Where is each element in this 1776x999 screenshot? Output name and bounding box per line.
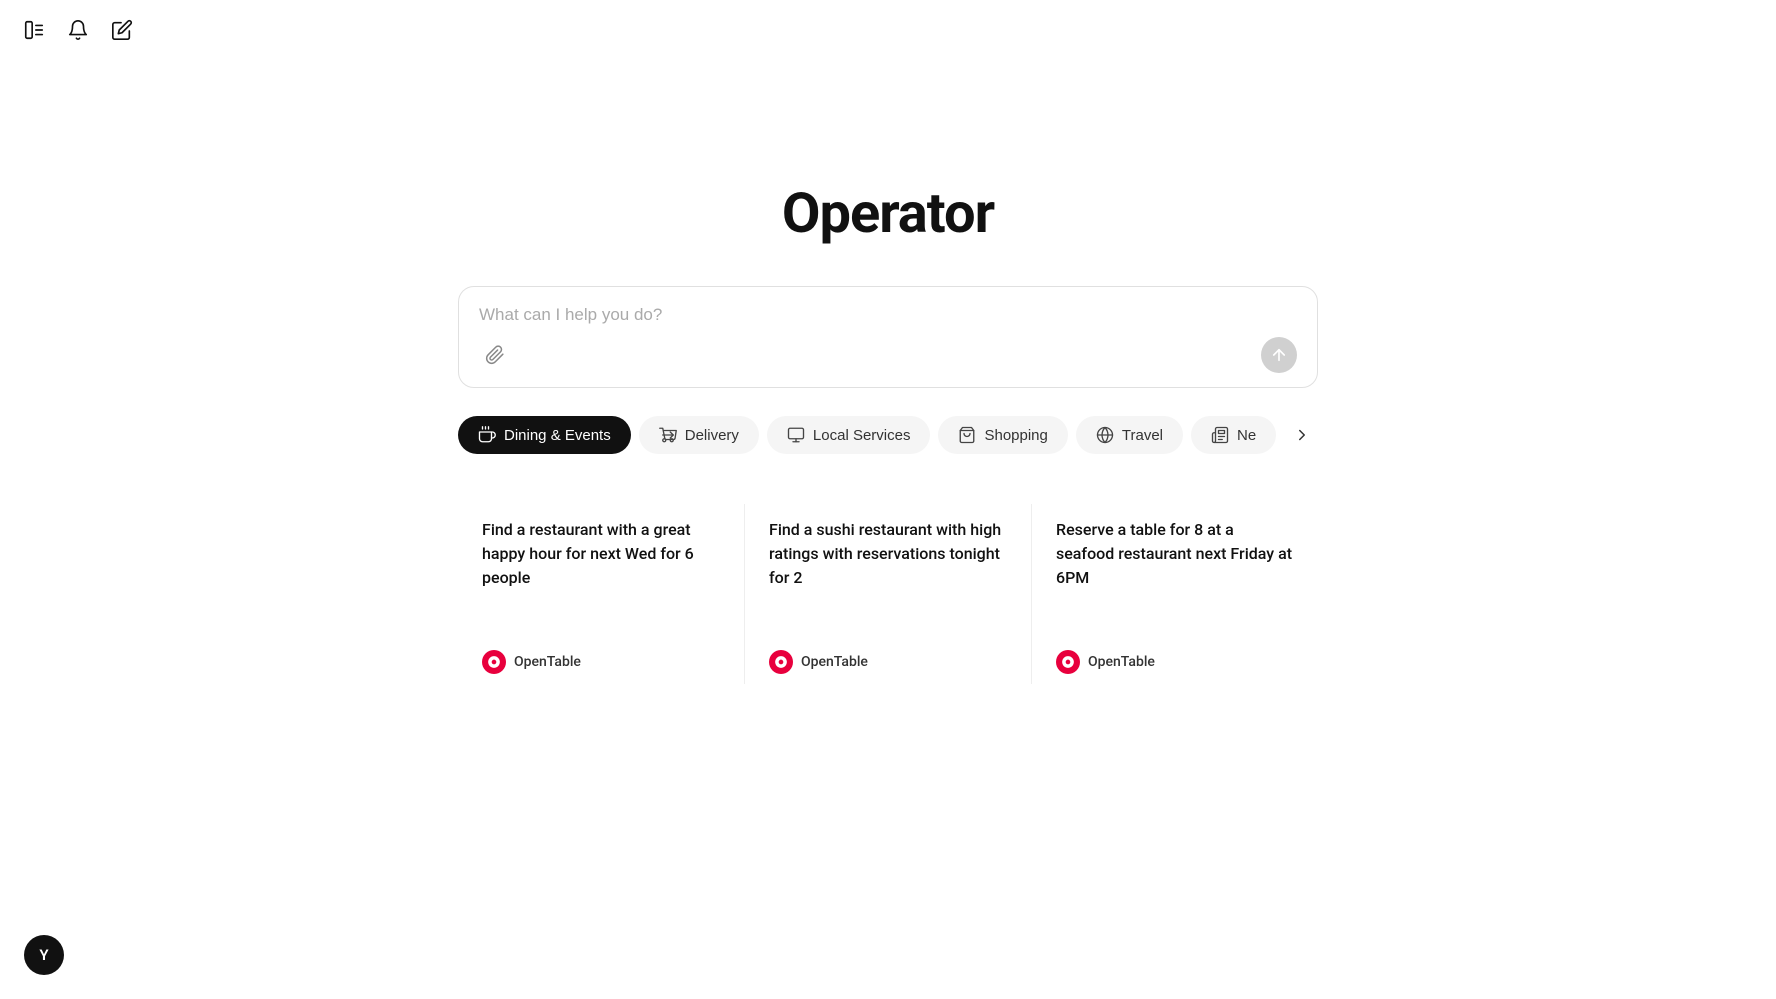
suggestion-card-2[interactable]: Find a sushi restaurant with high rating… bbox=[745, 494, 1031, 694]
compose-button[interactable] bbox=[108, 16, 136, 44]
tab-dining-events[interactable]: Dining & Events bbox=[458, 416, 631, 454]
attach-button[interactable] bbox=[479, 339, 511, 371]
send-button[interactable] bbox=[1261, 337, 1297, 373]
opentable-logo-1 bbox=[482, 650, 506, 674]
tab-news[interactable]: Ne bbox=[1191, 416, 1276, 454]
card-footer-1: OpenTable bbox=[482, 650, 720, 674]
suggestion-cards: Find a restaurant with a great happy hou… bbox=[458, 494, 1318, 694]
tab-travel[interactable]: Travel bbox=[1076, 416, 1183, 454]
search-input-row bbox=[479, 305, 1297, 325]
suggestion-card-1[interactable]: Find a restaurant with a great happy hou… bbox=[458, 494, 744, 694]
sidebar-toggle-button[interactable] bbox=[20, 16, 48, 44]
app-title: Operator bbox=[782, 180, 994, 246]
opentable-logo-3 bbox=[1056, 650, 1080, 674]
tabs-scroll-right[interactable] bbox=[1288, 421, 1316, 449]
tab-local-services[interactable]: Local Services bbox=[767, 416, 931, 454]
suggestion-card-3[interactable]: Reserve a table for 8 at a seafood resta… bbox=[1032, 494, 1318, 694]
notification-button[interactable] bbox=[64, 16, 92, 44]
toolbar bbox=[0, 0, 156, 60]
main-content: Operator bbox=[0, 0, 1776, 999]
card-footer-2: OpenTable bbox=[769, 650, 1007, 674]
category-tabs: Dining & Events Delivery Local Services bbox=[458, 416, 1318, 454]
search-input[interactable] bbox=[479, 305, 1297, 325]
user-avatar[interactable]: Y bbox=[24, 935, 64, 975]
opentable-logo-2 bbox=[769, 650, 793, 674]
tab-shopping[interactable]: Shopping bbox=[938, 416, 1067, 454]
search-toolbar-row bbox=[479, 337, 1297, 373]
card-footer-3: OpenTable bbox=[1056, 650, 1294, 674]
search-container bbox=[458, 286, 1318, 388]
tab-delivery[interactable]: Delivery bbox=[639, 416, 759, 454]
